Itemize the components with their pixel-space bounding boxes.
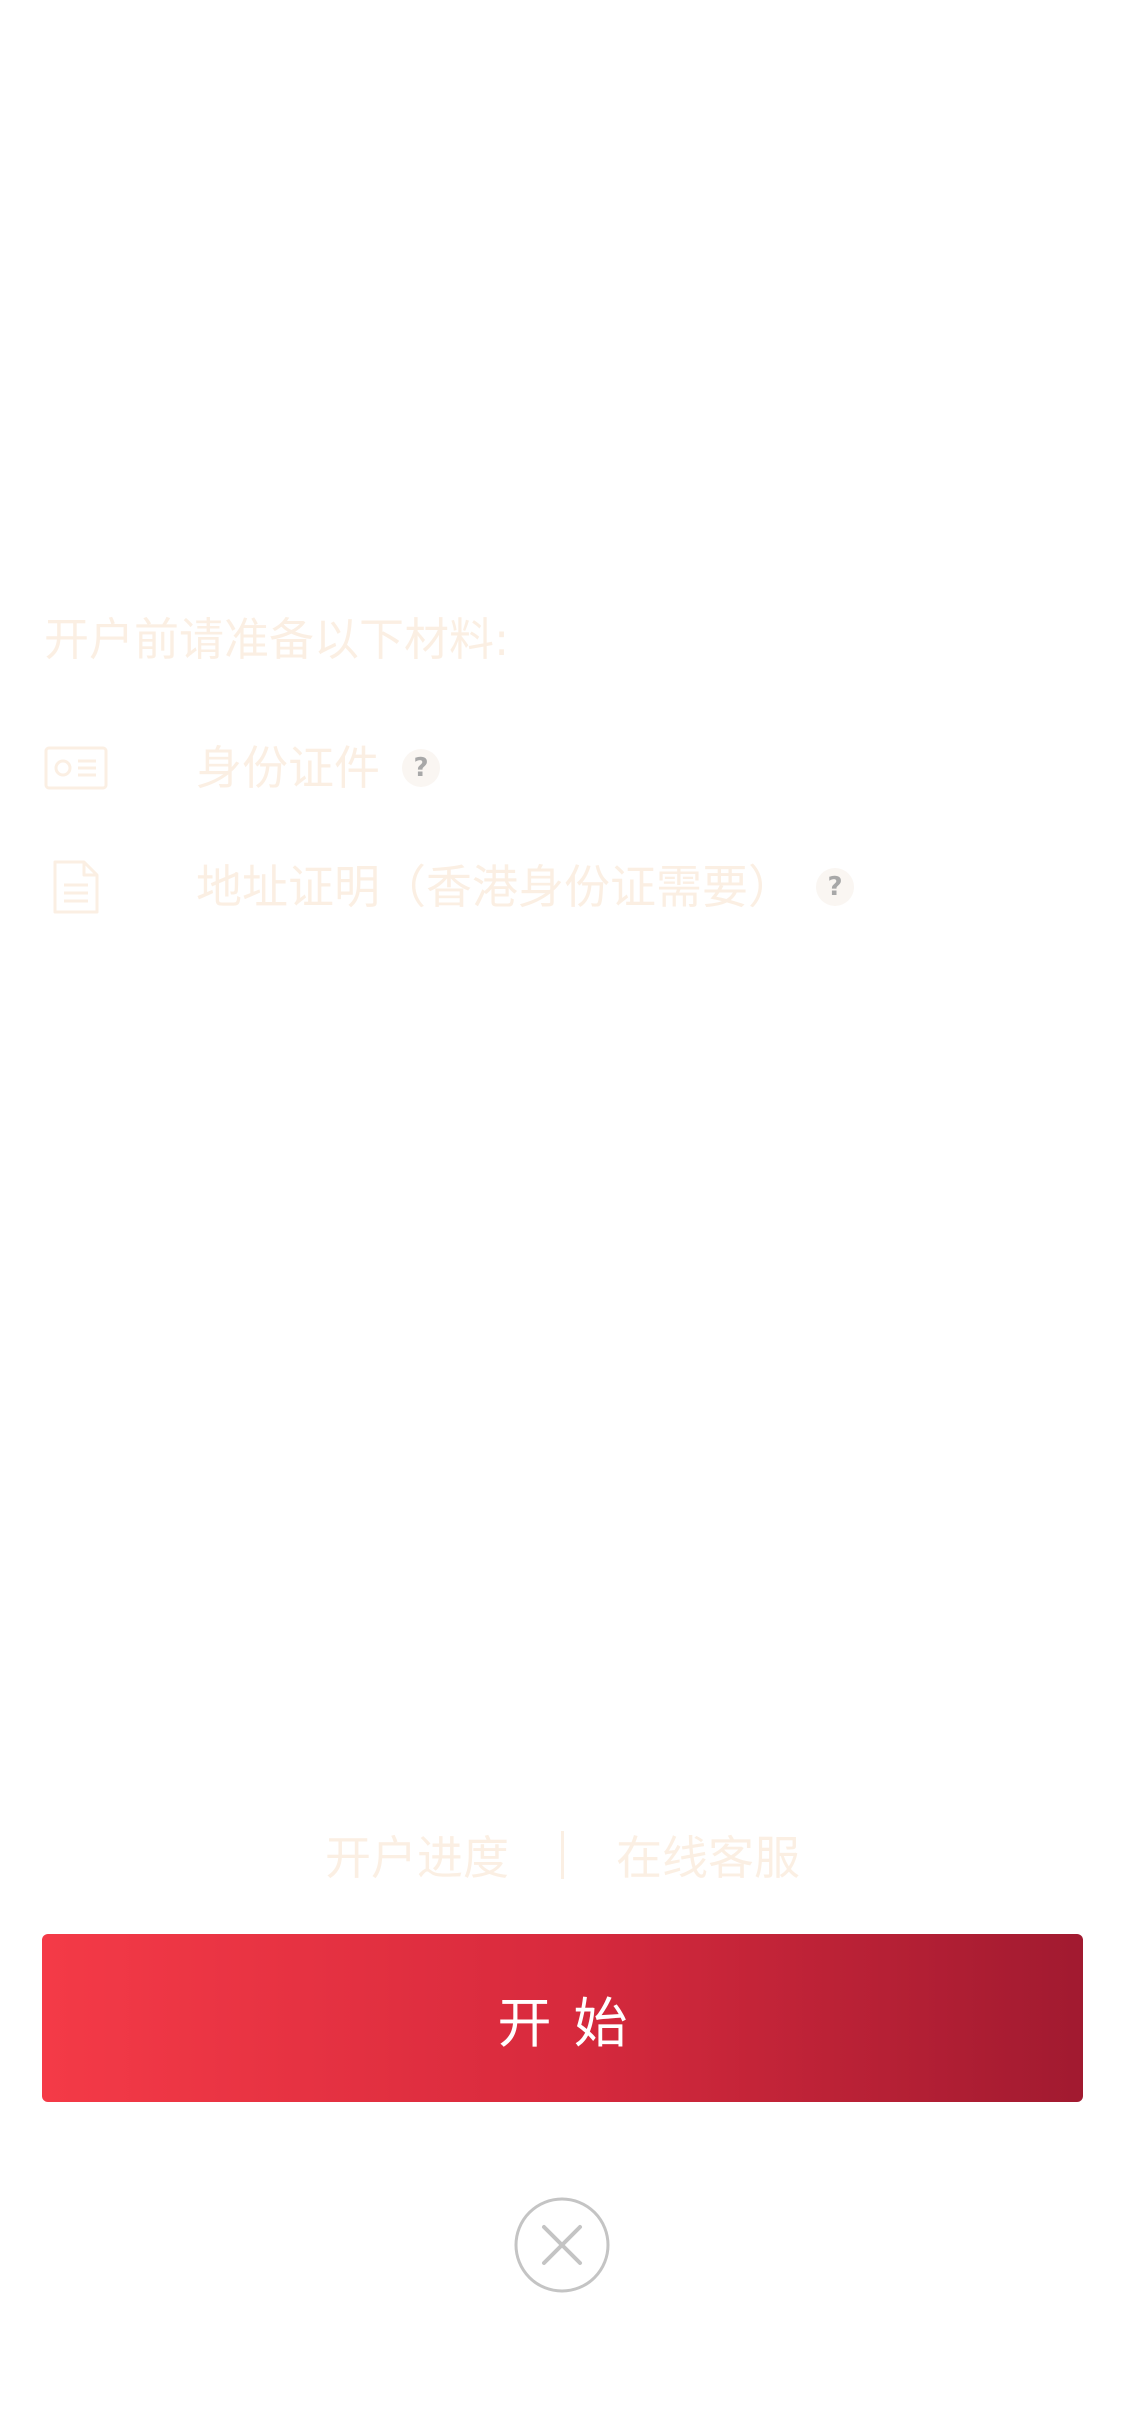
close-icon: [514, 2197, 610, 2293]
id-card-icon: [44, 736, 108, 800]
material-item-address-proof: 地址证明（香港身份证需要） ?: [44, 852, 854, 922]
question-icon[interactable]: ?: [402, 749, 440, 787]
customer-service-link[interactable]: 在线客服: [616, 1822, 800, 1888]
footer-divider: [561, 1831, 564, 1879]
footer-links: 开户进度 在线客服: [0, 1820, 1125, 1890]
start-button[interactable]: 开始: [42, 1934, 1083, 2102]
start-button-label: 开始: [497, 1991, 650, 2055]
material-item-id-document: 身份证件 ?: [44, 733, 440, 803]
close-button[interactable]: [513, 2196, 611, 2294]
material-item-label: 身份证件: [196, 741, 380, 795]
question-icon[interactable]: ?: [816, 868, 854, 906]
materials-title: 开户前请准备以下材料:: [44, 613, 510, 666]
document-icon: [44, 855, 108, 919]
material-item-label: 地址证明（香港身份证需要）: [196, 860, 794, 914]
progress-link[interactable]: 开户进度: [325, 1822, 509, 1888]
